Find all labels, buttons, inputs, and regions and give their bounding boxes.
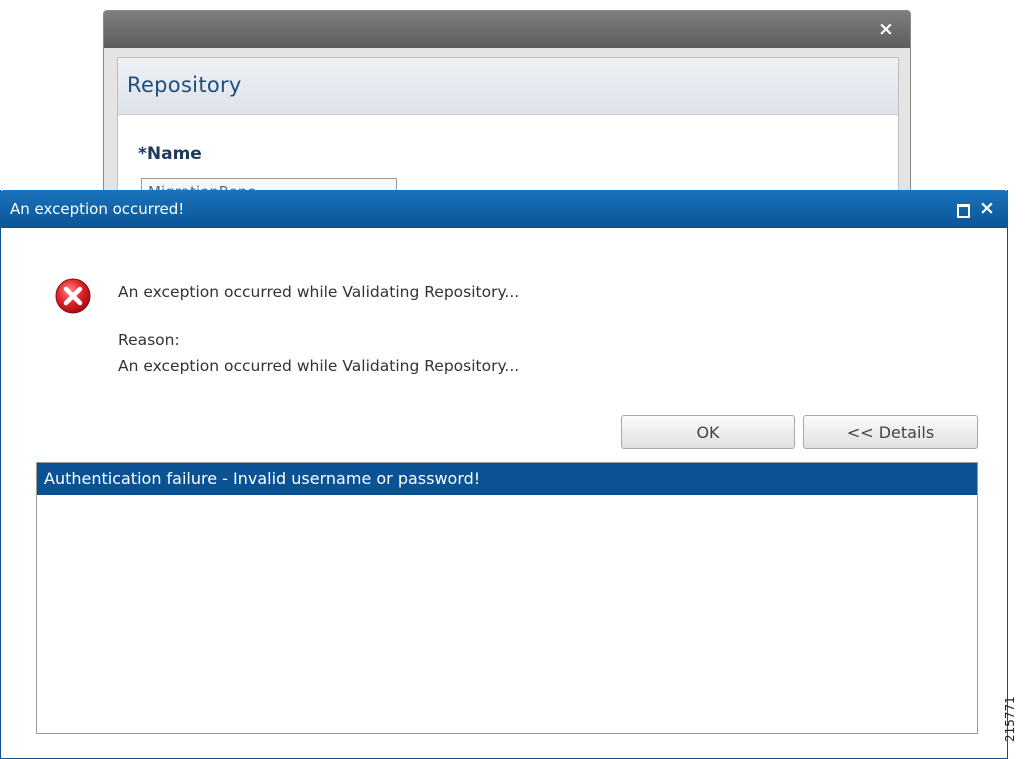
repository-close-icon[interactable]: × — [876, 18, 896, 40]
repository-dialog-titlebar: × — [104, 11, 910, 48]
close-icon[interactable]: × — [977, 197, 997, 219]
repository-panel-header: Repository — [118, 58, 898, 115]
details-list-item[interactable]: Authentication failure - Invalid usernam… — [37, 463, 977, 495]
details-list[interactable]: Authentication failure - Invalid usernam… — [36, 462, 978, 734]
ok-button[interactable]: OK — [621, 415, 795, 449]
reason-label: Reason: — [118, 331, 180, 349]
maximize-icon[interactable] — [957, 204, 970, 218]
details-button[interactable]: << Details — [803, 415, 978, 449]
repository-dialog: × Repository *Name MigrationRepo — [103, 10, 911, 210]
repository-panel-title: Repository — [127, 73, 242, 97]
figure-id: 215771 — [1003, 696, 1017, 742]
name-label: *Name — [138, 144, 202, 164]
exception-dialog-title: An exception occurred! — [10, 200, 185, 218]
exception-message: An exception occurred while Validating R… — [118, 283, 520, 301]
reason-text: An exception occurred while Validating R… — [118, 357, 520, 375]
error-icon — [55, 278, 91, 314]
repository-panel: Repository *Name MigrationRepo — [117, 57, 899, 209]
exception-dialog-titlebar: An exception occurred! × — [0, 190, 1008, 228]
exception-dialog: An exception occurred! × An exception oc… — [0, 190, 1008, 759]
